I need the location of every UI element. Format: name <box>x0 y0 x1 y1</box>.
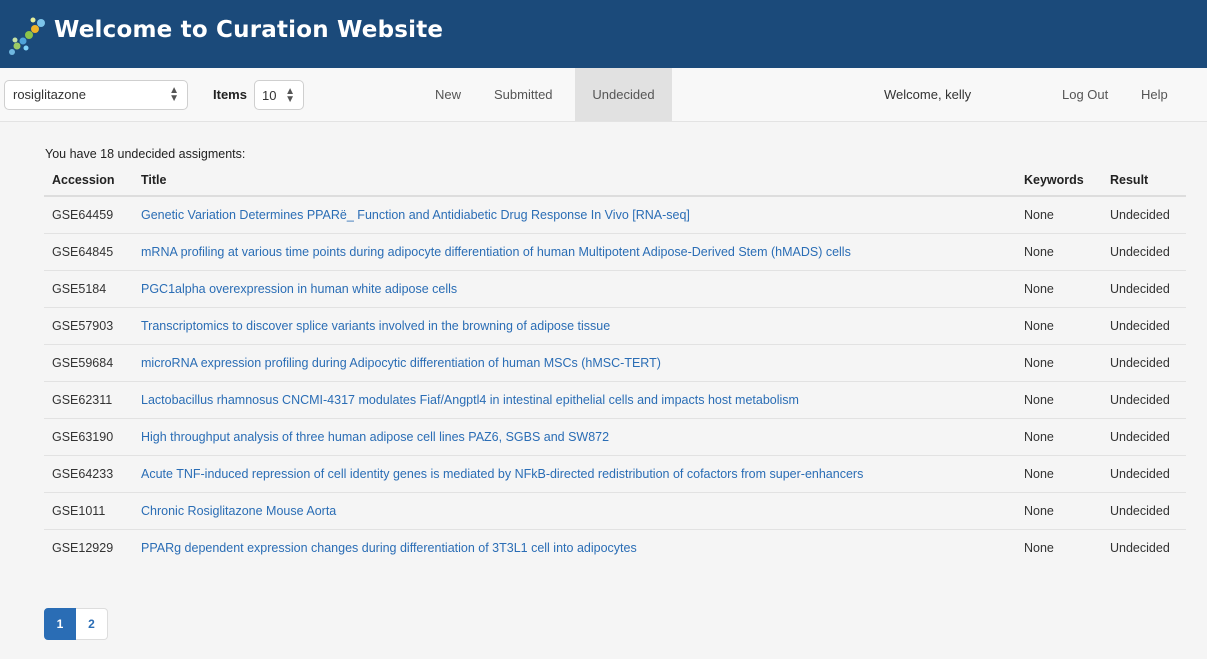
title-link[interactable]: microRNA expression profiling during Adi… <box>133 343 1016 381</box>
items-label: Items <box>213 87 247 102</box>
assignments-table: Accession Title Keywords Result GSE64459… <box>44 165 1186 566</box>
result-cell: Undecided <box>1102 491 1186 529</box>
accession-cell: GSE1011 <box>44 491 133 529</box>
accession-cell: GSE64233 <box>44 454 133 492</box>
accession-cell: GSE64845 <box>44 232 133 270</box>
table-row: GSE62311 Lactobacillus rhamnosus CNCMI-4… <box>44 380 1186 418</box>
table-row: GSE64459 Genetic Variation Determines PP… <box>44 196 1186 233</box>
accession-cell: GSE12929 <box>44 528 133 566</box>
tab-new[interactable]: New <box>419 68 477 121</box>
result-cell: Undecided <box>1110 207 1170 222</box>
table-row: GSE64845 mRNA profiling at various time … <box>44 232 1186 270</box>
title-link[interactable]: Lactobacillus rhamnosus CNCMI-4317 modul… <box>133 380 1016 418</box>
title-link[interactable]: mRNA profiling at various time points du… <box>133 232 1016 270</box>
header-accession: Accession <box>44 165 133 197</box>
logout-link[interactable]: Log Out <box>1062 87 1108 102</box>
search-select[interactable]: rosiglitazone ▲ ▼ <box>4 80 188 110</box>
table-header-row: Accession Title Keywords Result <box>44 165 1186 197</box>
keywords-cell: None <box>1016 306 1102 344</box>
accession-cell: GSE64459 <box>52 207 114 222</box>
header-keywords: Keywords <box>1016 165 1102 197</box>
header-title: Title <box>133 165 1016 197</box>
tab-submitted[interactable]: Submitted <box>478 68 569 121</box>
table-row: GSE5184 PGC1alpha overexpression in huma… <box>44 269 1186 307</box>
items-select-value: 10 <box>262 88 277 103</box>
search-select-value: rosiglitazone <box>13 87 86 102</box>
result-cell: Undecided <box>1102 343 1186 381</box>
title-link[interactable]: High throughput analysis of three human … <box>133 417 1016 455</box>
keywords-cell: None <box>1024 207 1054 222</box>
title-link[interactable]: PGC1alpha overexpression in human white … <box>133 269 1016 307</box>
site-title: Welcome to Curation Website <box>54 17 444 43</box>
keywords-cell: None <box>1016 491 1102 529</box>
main-content: You have 18 undecided assigments: Access… <box>0 122 1207 659</box>
result-cell: Undecided <box>1102 269 1186 307</box>
title-link[interactable]: Acute TNF-induced repression of cell ide… <box>133 454 1016 492</box>
title-link[interactable]: PPARg dependent expression changes durin… <box>133 528 1016 566</box>
result-cell: Undecided <box>1102 454 1186 492</box>
site-header: Welcome to Curation Website <box>0 0 1207 68</box>
result-cell: Undecided <box>1102 306 1186 344</box>
result-cell: Undecided <box>1102 417 1186 455</box>
welcome-text: Welcome, kelly <box>884 87 972 102</box>
table-row: GSE64233 Acute TNF-induced repression of… <box>44 454 1186 492</box>
accession-cell: GSE63190 <box>44 417 133 455</box>
tab-undecided[interactable]: Undecided <box>575 68 672 121</box>
pagination: 1 2 <box>44 608 108 640</box>
accession-cell: GSE57903 <box>44 306 133 344</box>
result-cell: Undecided <box>1102 380 1186 418</box>
result-cell: Undecided <box>1102 232 1186 270</box>
table-row: GSE59684 microRNA expression profiling d… <box>44 343 1186 381</box>
title-link[interactable]: Chronic Rosiglitazone Mouse Aorta <box>133 491 1016 529</box>
summary-text: You have 18 undecided assigments: <box>45 147 246 161</box>
title-link[interactable]: Transcriptomics to discover splice varia… <box>133 306 1016 344</box>
items-per-page-select[interactable]: 10 ▲ ▼ <box>254 80 304 110</box>
keywords-cell: None <box>1016 269 1102 307</box>
header-result: Result <box>1102 165 1186 197</box>
navbar: rosiglitazone ▲ ▼ Items 10 ▲ ▼ New Submitt… <box>0 68 1207 122</box>
help-link[interactable]: Help <box>1141 87 1168 102</box>
select-arrows-icon: ▲ ▼ <box>285 86 295 105</box>
accession-cell: GSE59684 <box>44 343 133 381</box>
page-1-button[interactable]: 1 <box>44 608 76 640</box>
select-arrows-icon: ▲ ▼ <box>169 85 179 104</box>
accession-cell: GSE62311 <box>44 380 133 418</box>
table-row: GSE63190 High throughput analysis of thr… <box>44 417 1186 455</box>
dna-helix-icon <box>9 17 45 55</box>
page-2-button[interactable]: 2 <box>76 608 108 640</box>
keywords-cell: None <box>1016 454 1102 492</box>
result-cell: Undecided <box>1102 528 1186 566</box>
keywords-cell: None <box>1016 528 1102 566</box>
keywords-cell: None <box>1016 232 1102 270</box>
table-row: GSE1011 Chronic Rosiglitazone Mouse Aort… <box>44 491 1186 529</box>
keywords-cell: None <box>1016 380 1102 418</box>
table-row: GSE57903 Transcriptomics to discover spl… <box>44 306 1186 344</box>
accession-cell: GSE5184 <box>44 269 133 307</box>
table-row: GSE12929 PPARg dependent expression chan… <box>44 528 1186 566</box>
keywords-cell: None <box>1016 343 1102 381</box>
keywords-cell: None <box>1016 417 1102 455</box>
title-link[interactable]: Genetic Variation Determines PPARë_ Func… <box>133 196 1016 233</box>
